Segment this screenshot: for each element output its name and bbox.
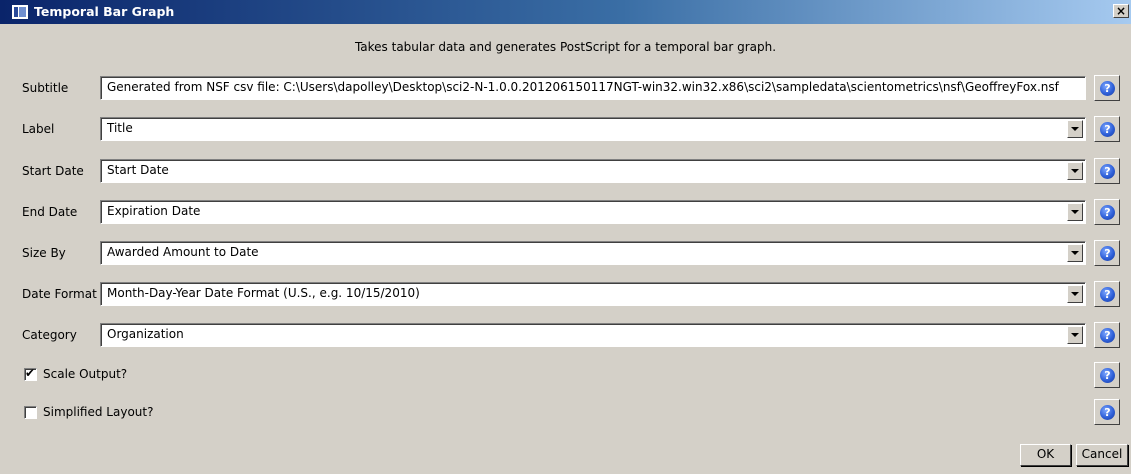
date-format-label: Date Format <box>22 287 97 301</box>
help-icon: ? <box>1100 205 1115 220</box>
label-help-button[interactable]: ? <box>1094 116 1120 142</box>
label-label: Label <box>22 122 55 136</box>
checkmark-icon: ✔ <box>25 365 36 380</box>
start-date-help-button[interactable]: ? <box>1094 158 1120 184</box>
end-date-help-button[interactable]: ? <box>1094 199 1120 225</box>
category-select[interactable]: Organization <box>100 323 1086 347</box>
category-select-value: Organization <box>107 327 184 341</box>
subtitle-value: Generated from NSF csv file: C:\Users\da… <box>107 80 1059 94</box>
end-date-label: End Date <box>22 205 78 219</box>
subtitle-field[interactable]: Generated from NSF csv file: C:\Users\da… <box>100 76 1086 100</box>
help-icon: ? <box>1100 164 1115 179</box>
simplified-layout-option[interactable]: Simplified Layout? <box>24 405 153 419</box>
window-title: Temporal Bar Graph <box>34 4 175 19</box>
category-help-button[interactable]: ? <box>1094 322 1120 348</box>
close-button[interactable]: × <box>1113 4 1129 18</box>
subtitle-label: Subtitle <box>22 81 69 95</box>
chevron-down-icon[interactable] <box>1067 326 1083 344</box>
end-date-select[interactable]: Expiration Date <box>100 200 1086 224</box>
scale-output-help-button[interactable]: ? <box>1094 362 1120 388</box>
scale-output-option[interactable]: ✔ Scale Output? <box>24 365 128 381</box>
start-date-select-value: Start Date <box>107 163 169 177</box>
ok-button[interactable]: OK <box>1020 444 1071 466</box>
date-format-select[interactable]: Month-Day-Year Date Format (U.S., e.g. 1… <box>100 282 1086 306</box>
dialog-description: Takes tabular data and generates PostScr… <box>354 40 777 54</box>
help-icon: ? <box>1100 246 1115 261</box>
cancel-button[interactable]: Cancel <box>1076 444 1128 466</box>
help-icon: ? <box>1100 122 1115 137</box>
scale-output-label: Scale Output? <box>43 367 128 381</box>
start-date-label: Start Date <box>22 164 84 178</box>
label-select[interactable]: Title <box>100 117 1086 141</box>
help-icon: ? <box>1100 81 1115 96</box>
chevron-down-icon[interactable] <box>1067 120 1083 138</box>
scale-output-checkbox[interactable]: ✔ <box>24 365 37 381</box>
end-date-select-value: Expiration Date <box>107 204 201 218</box>
simplified-layout-help-button[interactable]: ? <box>1094 399 1120 425</box>
simplified-layout-label: Simplified Layout? <box>43 405 154 419</box>
help-icon: ? <box>1100 328 1115 343</box>
start-date-select[interactable]: Start Date <box>100 159 1086 183</box>
size-by-select-value: Awarded Amount to Date <box>107 245 259 259</box>
title-bar[interactable]: Temporal Bar Graph × <box>0 0 1131 24</box>
help-icon: ? <box>1100 287 1115 302</box>
size-by-help-button[interactable]: ? <box>1094 240 1120 266</box>
help-icon: ? <box>1100 405 1115 420</box>
chevron-down-icon[interactable] <box>1067 203 1083 221</box>
date-format-select-value: Month-Day-Year Date Format (U.S., e.g. 1… <box>107 286 420 300</box>
date-format-help-button[interactable]: ? <box>1094 281 1120 307</box>
simplified-layout-checkbox[interactable] <box>24 405 37 419</box>
category-label: Category <box>22 328 77 342</box>
size-by-label: Size By <box>22 246 66 260</box>
chevron-down-icon[interactable] <box>1067 285 1083 303</box>
help-icon: ? <box>1100 368 1115 383</box>
chevron-down-icon[interactable] <box>1067 162 1083 180</box>
size-by-select[interactable]: Awarded Amount to Date <box>100 241 1086 265</box>
label-select-value: Title <box>107 121 133 135</box>
subtitle-help-button[interactable]: ? <box>1094 75 1120 101</box>
app-window-icon <box>12 5 28 19</box>
chevron-down-icon[interactable] <box>1067 244 1083 262</box>
